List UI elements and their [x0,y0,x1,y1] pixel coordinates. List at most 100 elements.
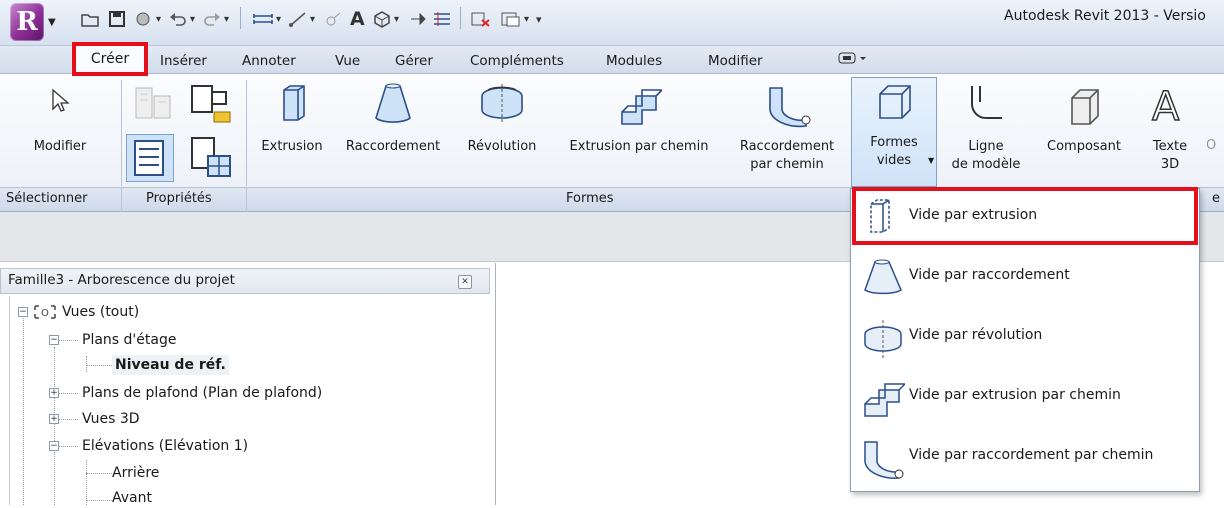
revolution-button[interactable]: Révolution [456,80,548,186]
extrusion-icon [283,85,305,121]
modifier-button[interactable]: Modifier [10,80,110,186]
family-category-icon[interactable] [188,82,234,130]
measure-icon[interactable]: ▾ [252,8,281,30]
tab-gerer[interactable]: Gérer [395,50,433,72]
ligne-modele-button[interactable]: Ligne de modèle [944,80,1028,186]
svg-text:O: O [41,308,49,319]
customize-toolbar-icon[interactable]: ▾ [536,8,542,30]
void-sweep-icon [864,383,905,417]
collapse-icon[interactable]: − [18,307,28,317]
dimension-icon[interactable]: ▾ [288,8,315,30]
revolution-icon [481,84,523,124]
raccordement-chemin-label-1: Raccordement [739,139,835,154]
collapse-icon[interactable]: − [49,441,59,451]
raccordement-icon [375,83,411,123]
extrusion-label: Extrusion [261,139,323,154]
extrusion-chemin-icon [621,89,662,125]
tree-item-elevations[interactable]: Elévations (Elévation 1) [82,436,248,456]
tab-modules[interactable]: Modules [606,50,662,72]
close-hidden-icon[interactable] [470,8,492,30]
tree-item-avant[interactable]: Avant [112,488,152,508]
highlight-box [852,187,1198,245]
formes-vides-label-1: Formes [870,135,918,150]
svg-text:A: A [1152,84,1180,128]
tree-item-plans-plafond[interactable]: Plans de plafond (Plan de plafond) [82,383,322,403]
panel-title-proprietes: Propriétés [146,191,212,206]
text-icon[interactable]: A [350,8,365,30]
menu-item-label: Vide par extrusion par chemin [909,387,1121,403]
ligne-label-2: de modèle [951,157,1021,172]
extrusion-button[interactable]: Extrusion [254,80,330,186]
tree-item-arriere[interactable]: Arrière [112,463,159,483]
tab-annoter[interactable]: Annoter [242,50,296,72]
properties-icon [134,140,164,176]
tree-connector [58,393,78,394]
tab-complements[interactable]: Compléments [470,50,564,72]
open-icon[interactable] [80,8,100,30]
menu-item-vide-extrusion-chemin[interactable]: Vide par extrusion par chemin [851,369,1199,425]
expand-icon[interactable]: + [49,388,59,398]
extrusion-chemin-button[interactable]: Extrusion par chemin [554,80,724,186]
tree-connector [58,419,78,420]
type-properties-icon[interactable] [188,134,234,184]
component-icon [1071,89,1099,125]
view-3d-icon[interactable]: ▾ [372,8,399,30]
void-revolve-icon [864,320,902,358]
tree-item-vues[interactable]: Vues (tout) [62,302,139,322]
tree-connector [23,318,24,505]
ligne-label-1: Ligne [968,139,1004,154]
revolution-label: Révolution [467,139,537,154]
texte-label-1: Texte [1152,139,1188,154]
raccordement-chemin-button[interactable]: Raccordement par chemin [726,80,848,186]
text-3d-icon: A [1151,83,1181,128]
raccordement-chemin-icon [769,87,811,128]
properties-button[interactable] [126,134,174,182]
sync-icon[interactable]: ▾ [134,8,161,30]
collapse-icon[interactable]: − [49,335,59,345]
tab-creer[interactable]: Créer [72,42,148,76]
expand-icon[interactable]: + [49,414,59,424]
tree-item-plans-etage[interactable]: Plans d'étage [82,330,176,350]
raccordement-button[interactable]: Raccordement [334,80,452,186]
menu-item-vide-raccordement-chemin[interactable]: Vide par raccordement par chemin [851,429,1199,485]
cursor-icon [52,88,70,112]
ribbon-display-toggle[interactable] [838,50,868,72]
menu-item-vide-raccordement[interactable]: Vide par raccordement [851,249,1199,305]
tree-connector [86,500,112,501]
menu-item-label: Vide par raccordement par chemin [909,447,1154,463]
switch-windows-icon[interactable]: ▾ [500,8,529,30]
composant-label: Composant [1047,139,1121,154]
tree-connector [86,356,87,372]
section-icon[interactable] [408,8,428,30]
revit-logo-icon: R [10,3,44,41]
formes-vides-button[interactable]: Formes vides ▼ [851,77,937,187]
raccordement-chemin-label-2: par chemin [750,157,824,172]
void-swept-blend-icon [864,441,904,479]
tree-connector [86,365,112,366]
project-browser-scrollbar[interactable] [0,296,10,505]
close-icon[interactable]: ✕ [458,275,472,289]
redo-icon[interactable]: ▾ [202,8,229,30]
tag-icon[interactable] [324,8,344,30]
thin-lines-icon[interactable] [432,8,452,30]
texte-3d-button[interactable]: A Texte 3D [1140,80,1200,186]
tab-modifier[interactable]: Modifier [708,50,763,72]
application-menu-button[interactable]: R ▼ [8,3,60,45]
toolbar-separator [240,7,241,29]
tree-item-niveau-ref[interactable]: Niveau de réf. [112,355,229,375]
tree-item-vues-3d[interactable]: Vues 3D [82,409,140,429]
tab-vue[interactable]: Vue [335,50,360,72]
save-icon[interactable] [108,8,126,30]
family-types-icon[interactable] [130,82,176,130]
undo-icon[interactable]: ▾ [168,8,195,30]
panel-title-formes: Formes [566,191,614,206]
panel-separator [246,188,247,212]
composant-button[interactable]: Composant [1034,80,1134,186]
menu-item-vide-revolution[interactable]: Vide par révolution [851,309,1199,365]
void-blend-icon [864,259,902,295]
cut-off-ribbon-item[interactable]: O [1206,138,1216,153]
window-title: Autodesk Revit 2013 - Versio [1004,8,1206,24]
modifier-label: Modifier [33,139,87,154]
tab-inserer[interactable]: Insérer [160,50,207,72]
panel-separator [246,80,247,186]
